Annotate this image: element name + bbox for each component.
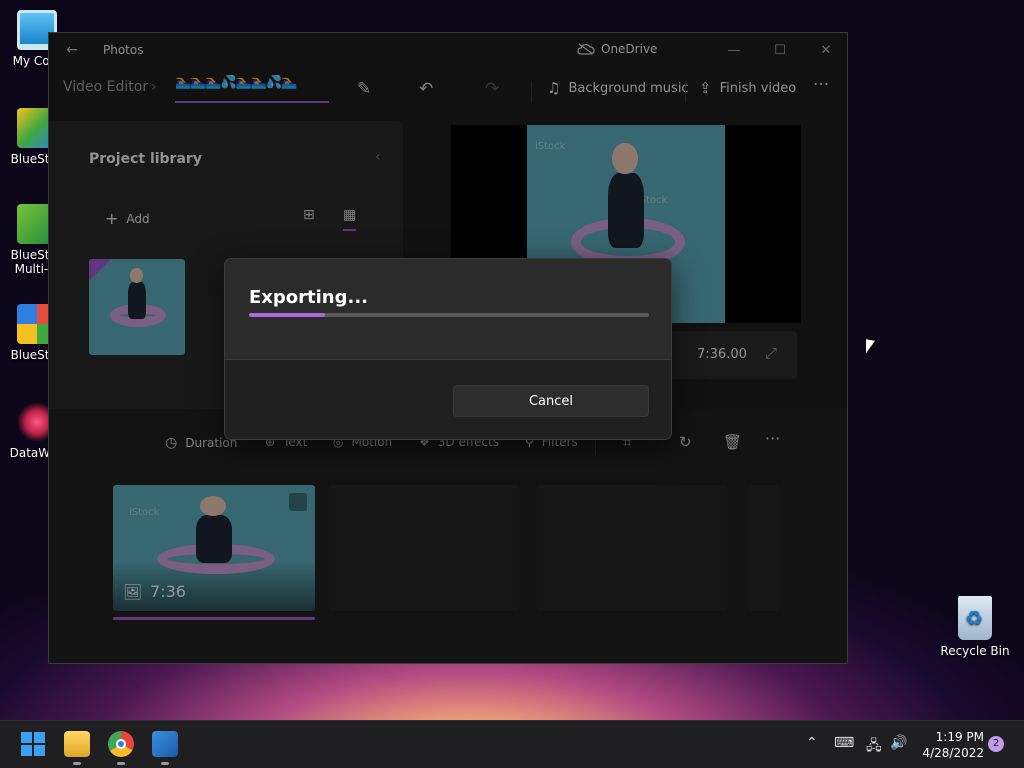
recycle-bin-label: Recycle Bin: [940, 644, 1010, 658]
notification-badge[interactable]: 2: [988, 736, 1004, 752]
chevron-up-icon[interactable]: ⌃: [806, 735, 818, 751]
volume-icon[interactable]: 🔊: [890, 735, 907, 751]
export-progress-fill: [249, 313, 325, 317]
export-progress-bar: [249, 313, 649, 317]
network-icon[interactable]: 🖧: [866, 735, 882, 759]
keyboard-icon[interactable]: ⌨: [834, 735, 854, 751]
windows-logo-icon: [21, 732, 45, 756]
clock-time: 1:19 PM: [935, 730, 984, 744]
recycle-bin-icon: [958, 596, 992, 640]
dialog-footer: Cancel: [225, 359, 671, 439]
taskbar: ⌃ ⌨ 🖧 🔊 1:19 PM 4/28/2022: [0, 720, 1024, 768]
dialog-title: Exporting...: [249, 287, 369, 308]
clock[interactable]: 1:19 PM 4/28/2022: [914, 729, 984, 761]
mouse-cursor: [866, 339, 875, 355]
photos-app-icon[interactable]: [152, 731, 178, 765]
chrome-icon[interactable]: [108, 731, 134, 765]
file-explorer-icon[interactable]: [64, 731, 90, 765]
desktop-icon-recycle-bin[interactable]: Recycle Bin: [940, 596, 1010, 658]
clock-date: 4/28/2022: [922, 746, 984, 760]
start-windows-icon[interactable]: [20, 731, 46, 757]
exporting-dialog: Exporting... Cancel: [224, 258, 672, 440]
cancel-button[interactable]: Cancel: [453, 385, 649, 417]
